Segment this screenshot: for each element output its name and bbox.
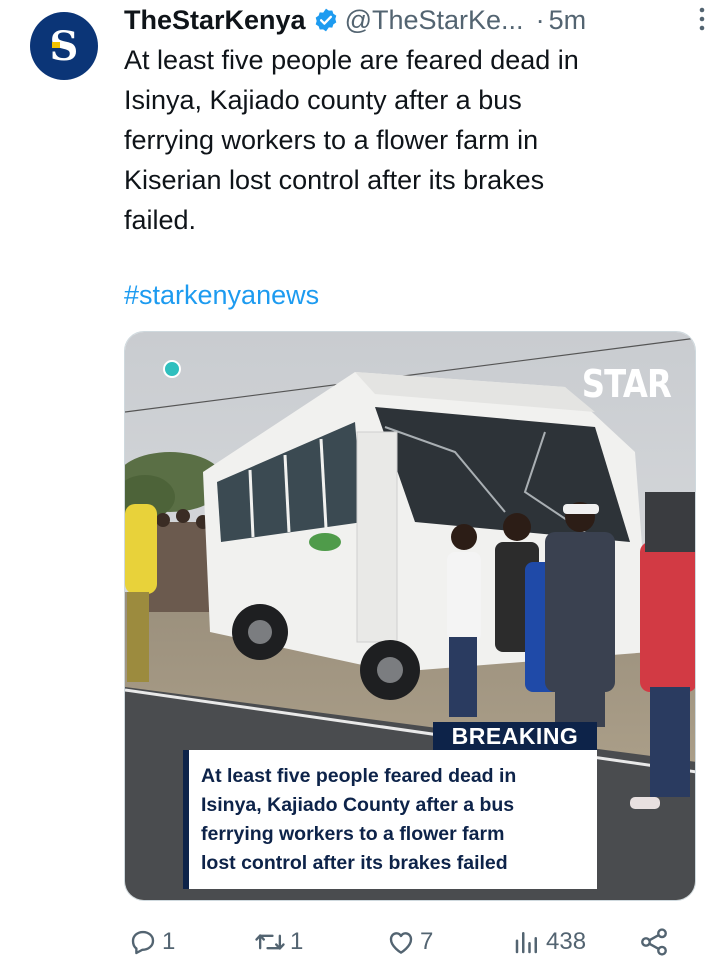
retweet-icon: [255, 934, 285, 950]
heart-icon: [389, 932, 413, 954]
verified-badge-icon: [315, 8, 336, 32]
share-button[interactable]: [638, 922, 670, 962]
tweet-line: At least five people are feared dead in: [124, 45, 579, 75]
star-brand-mark-icon: [163, 360, 181, 378]
like-button[interactable]: 7: [386, 922, 433, 962]
display-name[interactable]: TheStarKenya: [124, 5, 306, 36]
tweet-header: TheStarKenya @TheStarKe... · 5m: [124, 2, 700, 38]
reply-count: 1: [162, 928, 176, 955]
tweet-media-image[interactable]: STAR BREAKING At least five people feare…: [124, 331, 696, 901]
timestamp[interactable]: 5m: [549, 5, 587, 36]
star-brand-logo: STAR: [581, 362, 672, 406]
like-count: 7: [420, 928, 434, 955]
share-icon: [641, 928, 667, 956]
thestar-logo-icon: S: [50, 23, 79, 70]
views-button[interactable]: 438: [512, 922, 586, 962]
headline-line: lost control after its brakes failed: [201, 852, 508, 874]
tweet-text: At least five people are feared dead in …: [124, 40, 684, 240]
tweet-line: Kiserian lost control after its brakes: [124, 165, 545, 195]
tweet-action-bar: 1 1 7 438: [124, 922, 684, 962]
tweet-line: failed.: [124, 205, 197, 235]
media-headline: At least five people feared dead in Isin…: [183, 750, 597, 889]
account-handle[interactable]: @TheStarKe...: [345, 5, 524, 36]
more-options-icon[interactable]: [696, 6, 708, 32]
headline-line: ferrying workers to a flower farm: [201, 823, 505, 845]
views-count: 438: [546, 928, 587, 955]
reply-icon: [131, 930, 155, 955]
hashtag-link[interactable]: #starkenyanews: [124, 280, 319, 311]
separator-dot: ·: [535, 4, 545, 35]
views-chart-icon: [515, 932, 537, 954]
retweet-count: 1: [290, 928, 304, 955]
tweet-line: Isinya, Kajiado county after a bus: [124, 85, 522, 115]
tweet-line: ferrying workers to a flower farm in: [124, 125, 539, 155]
breaking-badge: BREAKING: [433, 722, 597, 750]
headline-line: At least five people feared dead in: [201, 765, 517, 787]
avatar[interactable]: S: [30, 12, 98, 80]
retweet-button[interactable]: 1: [254, 922, 303, 962]
headline-line: Isinya, Kajiado County after a bus: [201, 794, 515, 816]
reply-button[interactable]: 1: [128, 922, 175, 962]
